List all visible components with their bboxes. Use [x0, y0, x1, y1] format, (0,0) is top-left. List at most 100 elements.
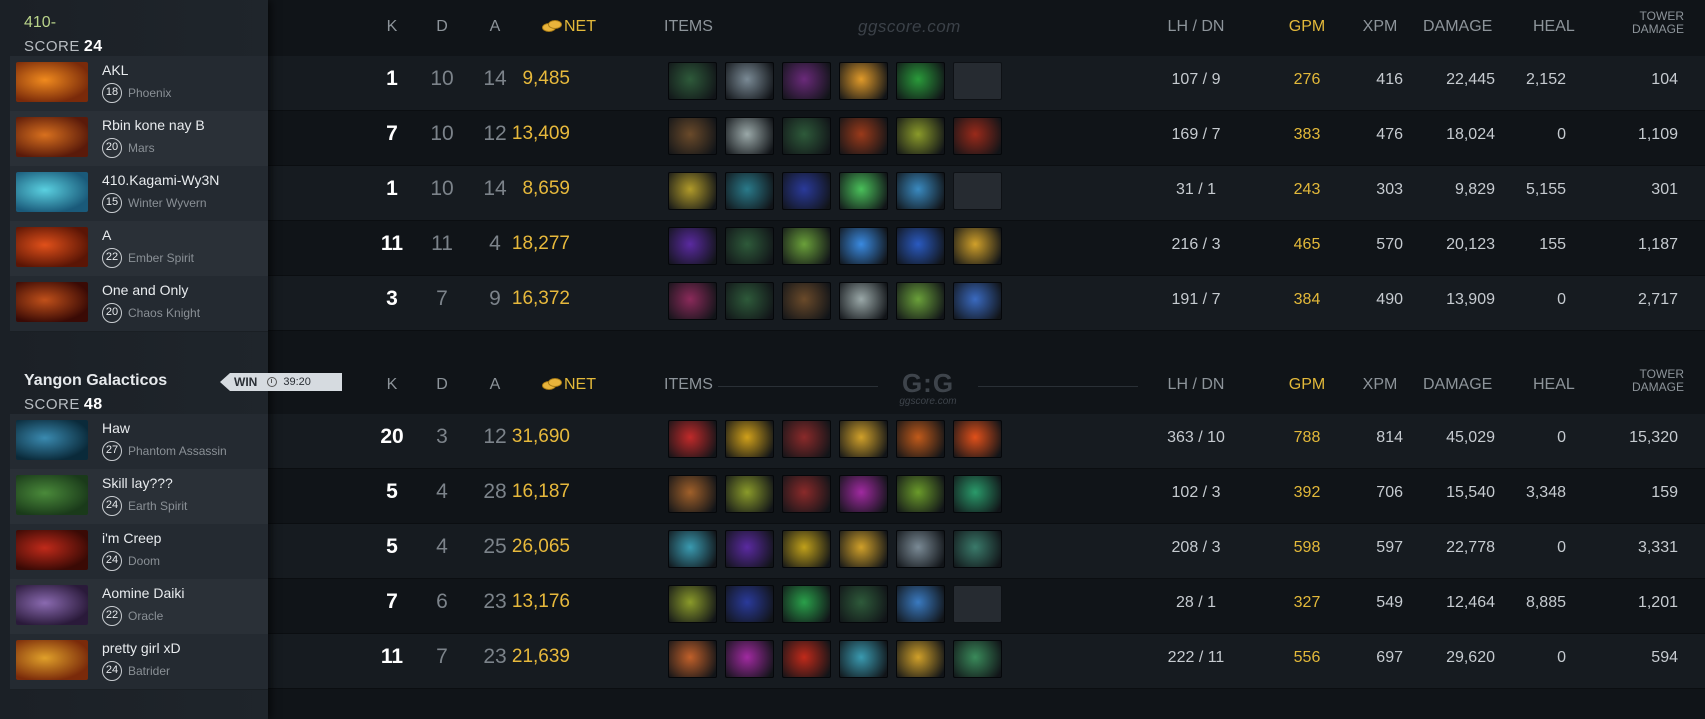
player-row[interactable]: Rbin kone nay B 20 Mars	[10, 111, 268, 167]
column-header-items[interactable]: ITEMS	[664, 376, 713, 394]
player-row[interactable]: A 22 Ember Spirit	[10, 221, 268, 277]
item-slot[interactable]	[839, 117, 888, 155]
item-slot[interactable]	[839, 585, 888, 623]
column-header-gpm[interactable]: GPM	[1277, 18, 1337, 36]
player-name[interactable]: AKL	[102, 62, 128, 78]
player-name[interactable]: Skill lay???	[102, 475, 173, 491]
item-slot[interactable]	[668, 172, 717, 210]
column-header-d[interactable]: D	[422, 376, 462, 394]
column-header-a[interactable]: A	[475, 18, 515, 36]
item-slot[interactable]	[839, 282, 888, 320]
column-header-tower-damage[interactable]: TOWER DAMAGE	[1614, 368, 1684, 394]
column-header-k[interactable]: K	[372, 376, 412, 394]
player-name[interactable]: i'm Creep	[102, 530, 161, 546]
item-slot[interactable]	[953, 475, 1002, 513]
item-slot[interactable]	[953, 117, 1002, 155]
player-row[interactable]: AKL 18 Phoenix	[10, 56, 268, 112]
column-header-heal[interactable]: HEAL	[1533, 376, 1575, 394]
item-slot[interactable]	[782, 282, 831, 320]
item-slot[interactable]	[839, 420, 888, 458]
item-slot[interactable]	[782, 530, 831, 568]
item-slot[interactable]	[725, 475, 774, 513]
item-slot[interactable]	[725, 227, 774, 265]
player-name[interactable]: A	[102, 227, 111, 243]
column-header-tower-damage[interactable]: TOWER DAMAGE	[1614, 10, 1684, 36]
item-slot[interactable]	[725, 530, 774, 568]
item-slot[interactable]	[668, 640, 717, 678]
player-name[interactable]: 410.Kagami-Wy3N	[102, 172, 219, 188]
item-slot[interactable]	[896, 282, 945, 320]
item-slot[interactable]	[782, 62, 831, 100]
player-row[interactable]: Haw 27 Phantom Assassin	[10, 414, 268, 470]
item-slot[interactable]	[725, 172, 774, 210]
empty-item-slot[interactable]	[953, 585, 1002, 623]
item-slot[interactable]	[782, 227, 831, 265]
item-slot[interactable]	[953, 282, 1002, 320]
item-slot[interactable]	[668, 585, 717, 623]
empty-item-slot[interactable]	[953, 62, 1002, 100]
column-header-net[interactable]: NET	[542, 18, 596, 36]
item-slot[interactable]	[782, 420, 831, 458]
player-row[interactable]: 410.Kagami-Wy3N 15 Winter Wyvern	[10, 166, 268, 222]
item-slot[interactable]	[725, 640, 774, 678]
item-slot[interactable]	[668, 282, 717, 320]
item-slot[interactable]	[725, 282, 774, 320]
item-slot[interactable]	[668, 475, 717, 513]
player-row[interactable]: pretty girl xD 24 Batrider	[10, 634, 268, 690]
player-row[interactable]: One and Only 20 Chaos Knight	[10, 276, 268, 332]
column-header-lh-dn[interactable]: LH / DN	[1141, 376, 1251, 394]
item-slot[interactable]	[953, 530, 1002, 568]
item-slot[interactable]	[896, 227, 945, 265]
column-header-net[interactable]: NET	[542, 376, 596, 394]
column-header-gpm[interactable]: GPM	[1277, 376, 1337, 394]
item-slot[interactable]	[668, 420, 717, 458]
item-slot[interactable]	[896, 640, 945, 678]
item-slot[interactable]	[953, 227, 1002, 265]
player-name[interactable]: Haw	[102, 420, 130, 436]
player-name[interactable]: Rbin kone nay B	[102, 117, 205, 133]
column-header-damage[interactable]: DAMAGE	[1423, 18, 1492, 36]
item-slot[interactable]	[839, 475, 888, 513]
column-header-xpm[interactable]: XPM	[1350, 18, 1410, 36]
item-slot[interactable]	[782, 640, 831, 678]
player-row[interactable]: Skill lay??? 24 Earth Spirit	[10, 469, 268, 525]
item-slot[interactable]	[896, 62, 945, 100]
item-slot[interactable]	[725, 62, 774, 100]
item-slot[interactable]	[725, 117, 774, 155]
empty-item-slot[interactable]	[953, 172, 1002, 210]
item-slot[interactable]	[668, 530, 717, 568]
item-slot[interactable]	[896, 172, 945, 210]
column-header-heal[interactable]: HEAL	[1533, 18, 1575, 36]
item-slot[interactable]	[668, 117, 717, 155]
item-slot[interactable]	[953, 640, 1002, 678]
column-header-damage[interactable]: DAMAGE	[1423, 376, 1492, 394]
column-header-xpm[interactable]: XPM	[1350, 376, 1410, 394]
item-slot[interactable]	[782, 172, 831, 210]
item-slot[interactable]	[839, 172, 888, 210]
item-slot[interactable]	[896, 117, 945, 155]
player-name[interactable]: Aomine Daiki	[102, 585, 184, 601]
column-header-lh-dn[interactable]: LH / DN	[1141, 18, 1251, 36]
item-slot[interactable]	[725, 420, 774, 458]
item-slot[interactable]	[725, 585, 774, 623]
item-slot[interactable]	[896, 585, 945, 623]
column-header-a[interactable]: A	[475, 376, 515, 394]
item-slot[interactable]	[839, 227, 888, 265]
item-slot[interactable]	[896, 530, 945, 568]
item-slot[interactable]	[953, 420, 1002, 458]
column-header-items[interactable]: ITEMS	[664, 18, 713, 36]
item-slot[interactable]	[668, 227, 717, 265]
column-header-d[interactable]: D	[422, 18, 462, 36]
item-slot[interactable]	[896, 420, 945, 458]
item-slot[interactable]	[839, 530, 888, 568]
item-slot[interactable]	[782, 117, 831, 155]
column-header-k[interactable]: K	[372, 18, 412, 36]
item-slot[interactable]	[896, 475, 945, 513]
player-name[interactable]: One and Only	[102, 282, 188, 298]
item-slot[interactable]	[782, 585, 831, 623]
item-slot[interactable]	[839, 640, 888, 678]
player-row[interactable]: i'm Creep 24 Doom	[10, 524, 268, 580]
player-name[interactable]: pretty girl xD	[102, 640, 181, 656]
item-slot[interactable]	[839, 62, 888, 100]
item-slot[interactable]	[782, 475, 831, 513]
